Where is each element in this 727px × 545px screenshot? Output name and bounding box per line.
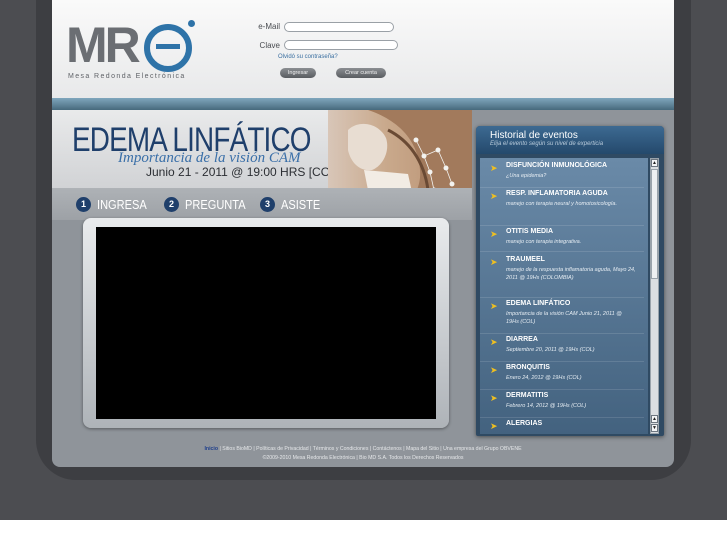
event-desc: ¿Una epidemia? (506, 173, 547, 179)
step-label: INGRESA (97, 196, 147, 212)
list-item[interactable]: ➤ RESP. INFLAMATORIA AGUDA manejo con te… (480, 190, 644, 226)
event-desc: Septiembre 20, 2011 @ 19Hs (COL) (506, 347, 595, 353)
event-desc: manejo de la respuesta inflamatoria agud… (506, 267, 636, 281)
event-title: ALERGIAS (506, 420, 543, 427)
list-item[interactable]: ➤ DISFUNCIÓN INMUNOLÓGICA ¿Una epidemia? (480, 162, 644, 188)
arrow-right-icon: ➤ (490, 393, 498, 403)
video-player (83, 218, 449, 428)
arrow-right-icon: ➤ (490, 301, 498, 311)
event-desc: manejo con terapia integrativa. (506, 239, 582, 245)
step-label: ASISTE (281, 196, 321, 212)
footer-copyright: ©2009-2010 Mesa Redonda Electrónica | Bi… (262, 455, 464, 461)
event-title: BRONQUITIS (506, 364, 550, 371)
password-field[interactable] (284, 40, 398, 50)
sidebar-header: Historial de eventos Elija el evento seg… (476, 126, 664, 154)
sidebar-subtitle: Elija el evento según su nivel de expert… (490, 141, 604, 147)
events-list: ➤ DISFUNCIÓN INMUNOLÓGICA ¿Una epidemia?… (480, 158, 648, 434)
event-desc: Febrero 14, 2012 @ 19Hs (COL) (506, 403, 587, 409)
scroll-down-icon[interactable]: ▼ (651, 424, 658, 432)
step-number: 2 (164, 197, 179, 213)
event-title: TRAUMEEL (506, 256, 545, 263)
scroll-up-icon[interactable]: ▲ (651, 415, 658, 423)
arrow-right-icon: ➤ (490, 337, 498, 347)
sidebar-title: Historial de eventos (490, 130, 578, 141)
event-desc: Enero 24, 2012 @ 19Hs (COL) (506, 375, 582, 381)
arrow-right-icon: ➤ (490, 365, 498, 375)
list-item[interactable]: ➤ EDEMA LINFÁTICO Importancia de la visi… (480, 300, 644, 334)
list-item[interactable]: ➤ ALERGIAS (480, 420, 644, 434)
logo[interactable]: MR Mesa Redonda Electrónica (66, 18, 196, 82)
list-item[interactable]: ➤ TRAUMEEL manejo de la respuesta inflam… (480, 256, 644, 298)
list-item[interactable]: ➤ BRONQUITIS Enero 24, 2012 @ 19Hs (COL) (480, 364, 644, 390)
event-title: OTITIS MEDIA (506, 228, 554, 235)
arrow-right-icon: ➤ (490, 163, 498, 173)
event-title: RESP. INFLAMATORIA AGUDA (506, 190, 608, 197)
list-item[interactable]: ➤ DERMATITIS Febrero 14, 2012 @ 19Hs (CO… (480, 392, 644, 418)
list-item[interactable]: ➤ DIARREA Septiembre 20, 2011 @ 19Hs (CO… (480, 336, 644, 362)
step-label: PREGUNTA (185, 196, 246, 212)
email-field[interactable] (284, 22, 394, 32)
site-container: MR Mesa Redonda Electrónica e-Mail Clave… (52, 0, 674, 467)
event-desc: Importancia de la visión CAM Junio 21, 2… (506, 311, 622, 325)
forgot-password-link[interactable]: Olvidó su contraseña? (278, 54, 338, 60)
logo-tagline: Mesa Redonda Electrónica (68, 73, 186, 80)
register-button[interactable]: Crear cuenta (336, 68, 386, 78)
footer-link-inicio[interactable]: Inicio (204, 446, 218, 452)
arrow-right-icon: ➤ (490, 257, 498, 267)
logo-letters: MR (66, 17, 141, 73)
step-pregunta: 2 PREGUNTA (164, 195, 256, 213)
header-divider (52, 98, 674, 110)
logo-e-mark (144, 24, 192, 72)
events-scrollbar[interactable]: ▲ ▲ ▼ (650, 158, 659, 434)
footer-links-text[interactable]: | Sitios BioMD | Políticas de Privacidad… (218, 446, 521, 452)
step-number: 1 (76, 197, 91, 213)
step-asiste: 3 ASISTE (260, 195, 327, 213)
hero-date: Junio 21 - 2011 @ 19:00 HRS [COL] (146, 165, 341, 179)
events-sidebar: Historial de eventos Elija el evento seg… (476, 126, 664, 436)
arrow-right-icon: ➤ (490, 229, 498, 239)
event-title: DERMATITIS (506, 392, 549, 399)
header: MR Mesa Redonda Electrónica e-Mail Clave… (52, 0, 674, 98)
scroll-up-icon[interactable]: ▲ (651, 159, 658, 167)
password-label: Clave (259, 41, 280, 50)
arrow-right-icon: ➤ (490, 191, 498, 201)
steps-bar: 1 INGRESA 2 PREGUNTA 3 ASISTE (52, 188, 472, 220)
email-label: e-Mail (258, 22, 280, 31)
event-title: DISFUNCIÓN INMUNOLÓGICA (506, 162, 608, 169)
login-form: e-Mail Clave Olvidó su contraseña? Ingre… (232, 18, 412, 84)
video-screen[interactable] (96, 227, 436, 419)
event-title: DIARREA (506, 336, 538, 343)
login-button[interactable]: Ingresar (280, 68, 316, 78)
logo-dot (188, 20, 195, 27)
arrow-right-icon: ➤ (490, 421, 498, 431)
event-title: EDEMA LINFÁTICO (506, 300, 571, 307)
step-ingresa: 1 INGRESA (76, 195, 156, 213)
list-item[interactable]: ➤ OTITIS MEDIA manejo con terapia integr… (480, 228, 644, 252)
event-desc: manejo con terapia neural y homotoxicolo… (506, 201, 617, 207)
step-number: 3 (260, 197, 275, 213)
scroll-thumb[interactable] (651, 169, 658, 279)
footer-links: Inicio | Sitios BioMD | Políticas de Pri… (52, 446, 674, 452)
